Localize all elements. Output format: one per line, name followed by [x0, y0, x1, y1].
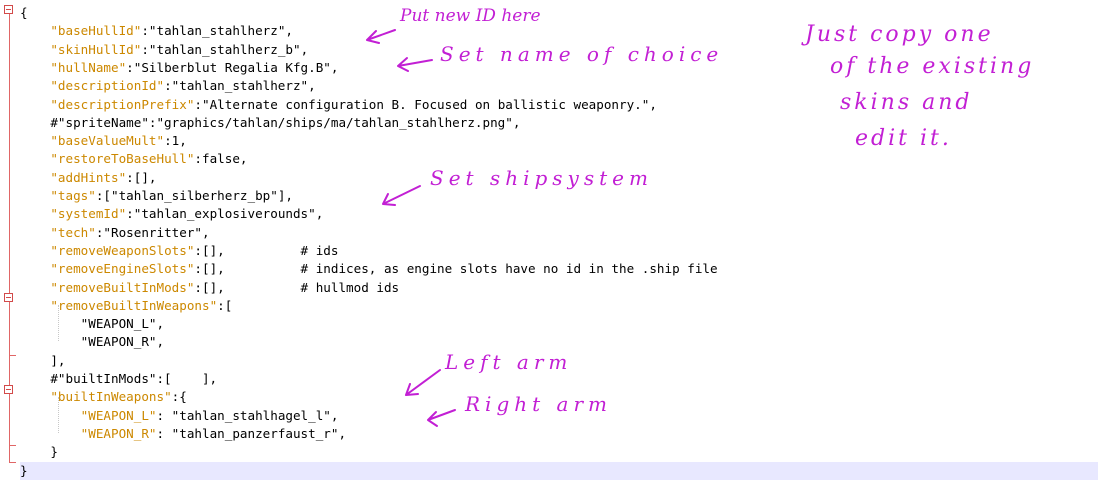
code-key: "baseHullId"	[50, 23, 142, 39]
code-key: "skinHullId"	[50, 41, 142, 57]
annotation-right-arm: Right arm	[465, 392, 612, 416]
code-key: "builtInWeapons"	[50, 389, 172, 405]
code-line[interactable]: "WEAPON_R",	[20, 333, 1098, 351]
code-key: "addHints"	[50, 169, 127, 185]
fold-toggle-icon[interactable]	[4, 293, 13, 302]
code-key: "systemId"	[50, 206, 127, 222]
annotation-copy-line2: of the existing	[830, 54, 1035, 79]
fold-toggle-icon[interactable]	[4, 385, 13, 394]
code-text: : "tahlan_stahlhagel_l",	[156, 407, 339, 423]
code-key: "WEAPON_R"	[80, 425, 157, 441]
code-key: "baseValueMult"	[50, 133, 165, 149]
code-key: "removeBuiltInWeapons"	[50, 297, 218, 313]
code-text: :[], # indices, as engine slots have no …	[194, 261, 718, 277]
code-text: :1,	[164, 133, 187, 149]
code-key: "restoreToBaseHull"	[50, 151, 195, 167]
code-text: :[	[217, 297, 233, 313]
fold-toggle-icon[interactable]	[4, 5, 13, 14]
fold-end-marker	[9, 462, 16, 463]
annotation-copy-line1: Just copy one	[805, 22, 994, 47]
code-text: #"builtInMods":[ ],	[20, 371, 218, 386]
code-text: #"spriteName":"graphics/tahlan/ships/ma/…	[20, 114, 521, 130]
code-text: :[], # hullmod ids	[194, 279, 400, 295]
code-line[interactable]: "tech":"Rosenritter",	[20, 224, 1098, 242]
code-text: :false,	[194, 151, 248, 167]
code-text: }	[20, 462, 28, 478]
annotation-left-arm: Left arm	[445, 350, 573, 374]
code-text: :[],	[126, 169, 157, 185]
code-text: :"tahlan_stahlherz",	[164, 78, 316, 94]
code-text: :"Rosenritter",	[95, 224, 210, 240]
code-text: {	[20, 5, 28, 20]
fold-gutter	[0, 0, 20, 486]
code-line[interactable]: }	[20, 443, 1098, 461]
code-key: "removeWeaponSlots"	[50, 242, 195, 258]
code-line[interactable]: "removeBuiltInWeapons":[	[20, 297, 1098, 315]
code-key: "WEAPON_L"	[80, 407, 157, 423]
code-key: "tech"	[50, 224, 96, 240]
annotation-copy-line3: skins and	[840, 90, 973, 115]
fold-end-marker	[9, 445, 16, 446]
code-text: :"tahlan_explosiverounds",	[126, 206, 324, 222]
code-text: }	[20, 444, 58, 460]
code-key: "removeEngineSlots"	[50, 261, 195, 277]
code-key: "descriptionPrefix"	[50, 96, 195, 112]
code-line[interactable]: }	[20, 461, 1098, 480]
code-line[interactable]: {	[20, 4, 1098, 22]
code-key: "hullName"	[50, 59, 127, 75]
code-text: "WEAPON_L",	[20, 316, 165, 332]
code-text: "WEAPON_R",	[20, 334, 165, 350]
code-line[interactable]: "WEAPON_L",	[20, 315, 1098, 333]
code-line[interactable]: "removeEngineSlots":[], # indices, as en…	[20, 260, 1098, 278]
code-line[interactable]: "removeWeaponSlots":[], # ids	[20, 242, 1098, 260]
annotation-set-name: Set name of choice	[440, 42, 724, 66]
annotation-put-new-id: Put new ID here	[400, 6, 541, 26]
code-text: :"Silberblut Regalia Kfg.B",	[126, 59, 339, 75]
code-text: ],	[20, 352, 66, 368]
fold-end-marker	[9, 355, 16, 356]
code-text: :[], # ids	[194, 242, 339, 258]
code-text: :["tahlan_silberherz_bp"],	[95, 188, 293, 203]
code-key: "descriptionId"	[50, 78, 165, 94]
annotation-set-shipsystem: Set shipsystem	[430, 166, 653, 190]
fold-line	[9, 14, 10, 462]
code-key: "removeBuiltInMods"	[50, 279, 195, 295]
code-line[interactable]: "WEAPON_R": "tahlan_panzerfaust_r",	[20, 425, 1098, 443]
annotation-copy-line4: edit it.	[855, 126, 952, 151]
code-line[interactable]: "removeBuiltInMods":[], # hullmod ids	[20, 279, 1098, 297]
code-key: "tags"	[50, 188, 96, 203]
code-line[interactable]: "systemId":"tahlan_explosiverounds",	[20, 205, 1098, 223]
code-text: :{	[171, 389, 187, 405]
code-text: :"tahlan_stahlherz_b",	[141, 41, 309, 57]
code-text: : "tahlan_panzerfaust_r",	[156, 425, 347, 441]
code-text: :"Alternate configuration B. Focused on …	[194, 96, 657, 112]
code-text: :"tahlan_stahlherz",	[141, 23, 293, 39]
